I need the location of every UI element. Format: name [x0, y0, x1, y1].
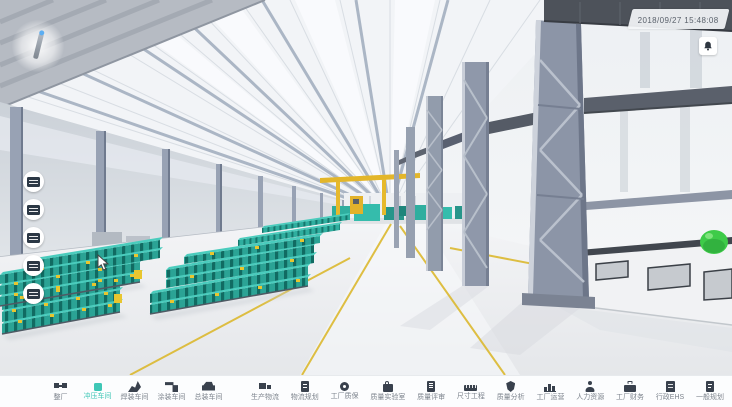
side-tool-rail — [23, 171, 44, 304]
digital-twin-app: 2018/09/27 15:48:08 — [0, 0, 732, 407]
compass-icon — [33, 33, 44, 59]
module-tab-8[interactable]: 人力资源 — [576, 381, 604, 402]
module-tab-11[interactable]: 一般规划 — [696, 381, 724, 402]
module-tab-1[interactable]: 物流规划 — [291, 381, 319, 402]
shield-icon — [506, 381, 515, 392]
status-sphere[interactable] — [700, 230, 728, 254]
ruler-icon — [464, 385, 477, 391]
factory-3d-viewport[interactable] — [0, 0, 732, 375]
module-tab-6[interactable]: 质量分析 — [497, 381, 525, 402]
die-stack-icon — [27, 233, 40, 243]
module-tab-3[interactable]: 质量实验室 — [370, 381, 405, 402]
side-tool-button-1[interactable] — [23, 199, 44, 220]
side-tool-button-4[interactable] — [23, 283, 44, 304]
assembly-icon — [202, 381, 215, 392]
side-tool-button-2[interactable] — [23, 227, 44, 248]
module-tab-2[interactable]: 工厂质保 — [331, 381, 359, 402]
document-icon — [706, 381, 714, 392]
module-tabs: 生产物流 物流规划 工厂质保 质量实验室 质量评审 尺寸工程 — [251, 381, 724, 402]
die-stack-icon — [27, 205, 40, 215]
timestamp-badge: 2018/09/27 15:48:08 — [627, 9, 729, 29]
module-tab-10[interactable]: 行政EHS — [656, 381, 684, 402]
person-icon — [584, 381, 597, 392]
welding-icon — [128, 381, 141, 392]
workshop-tab-4[interactable]: 总装车间 — [190, 381, 227, 402]
module-tab-9[interactable]: 工厂财务 — [616, 381, 644, 402]
operations-icon — [544, 381, 557, 392]
review-icon — [427, 381, 435, 392]
briefcase-icon — [624, 381, 637, 392]
module-tab-5[interactable]: 尺寸工程 — [457, 381, 485, 402]
building-icon — [666, 381, 675, 392]
notifications-button[interactable] — [699, 37, 717, 55]
die-stack-icon — [27, 289, 40, 299]
workshop-tabs: 整厂 冲压车间 焊装车间 涂装车间 总装车间 — [42, 381, 227, 402]
badge-icon — [340, 382, 349, 391]
painting-icon — [165, 381, 178, 392]
die-stack-icon — [27, 177, 40, 187]
factory-icon — [54, 381, 67, 392]
workshop-tab-2[interactable]: 焊装车间 — [116, 381, 153, 402]
bell-icon — [702, 40, 714, 52]
compass-widget[interactable] — [12, 20, 64, 72]
module-tab-4[interactable]: 质量评审 — [417, 381, 445, 402]
module-tab-0[interactable]: 生产物流 — [251, 381, 279, 402]
side-tool-button-0[interactable] — [23, 171, 44, 192]
stamping-icon — [94, 383, 102, 391]
workshop-tab-0[interactable]: 整厂 — [42, 381, 79, 402]
truck-icon — [259, 381, 272, 392]
lab-icon — [383, 384, 393, 392]
die-stack-icon — [27, 261, 40, 271]
bottom-toolbar: 整厂 冲压车间 焊装车间 涂装车间 总装车间 生产物流 — [0, 375, 732, 407]
planning-icon — [301, 381, 309, 392]
workshop-tab-1[interactable]: 冲压车间 — [79, 381, 116, 402]
timestamp-text: 2018/09/27 15:48:08 — [638, 16, 719, 25]
side-tool-button-3[interactable] — [23, 255, 44, 276]
workshop-tab-3[interactable]: 涂装车间 — [153, 381, 190, 402]
module-tab-7[interactable]: 工厂运营 — [536, 381, 564, 402]
factory-3d-scene[interactable] — [0, 0, 732, 375]
